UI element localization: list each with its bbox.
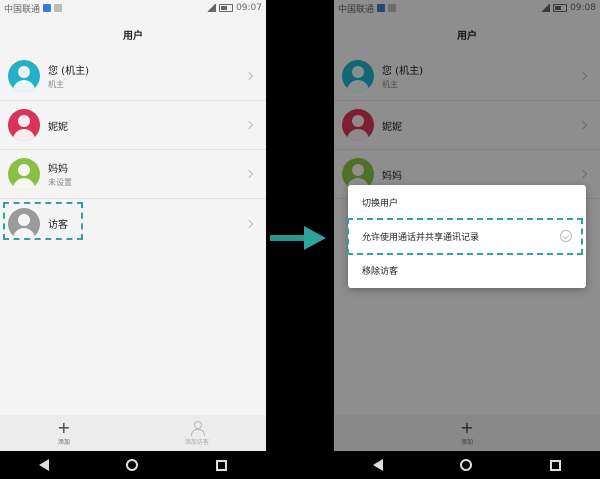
back-icon[interactable] — [38, 459, 49, 471]
avatar-icon — [8, 60, 40, 92]
switch-user-option[interactable]: 切换用户 — [348, 185, 586, 219]
carrier-label: 中国联通 — [4, 4, 41, 15]
switch-user-label: 切换用户 — [362, 198, 399, 209]
back-icon[interactable] — [372, 459, 383, 471]
remove-guest-option[interactable]: 移除访客 — [348, 253, 586, 287]
guest-icon — [190, 420, 205, 436]
home-icon[interactable] — [126, 459, 139, 471]
user-row-nini[interactable]: 妮妮 — [0, 101, 266, 150]
chevron-right-icon — [244, 219, 254, 228]
chevron-right-icon — [244, 169, 254, 179]
notification-icon — [43, 4, 52, 12]
right-screen: 中国联通 09:08 用户 您 (机主) 机主 妮妮 妈妈 + 添加 切换用户 … — [334, 0, 600, 479]
remove-guest-label: 移除访客 — [362, 266, 399, 277]
chevron-right-icon — [244, 71, 254, 81]
user-row-owner[interactable]: 您 (机主) 机主 — [0, 52, 266, 101]
add-guest-button[interactable]: 添加访客 — [184, 420, 209, 446]
plus-icon: + — [57, 417, 71, 437]
avatar-icon — [8, 109, 40, 141]
user-row-mom[interactable]: 妈妈 未设置 — [0, 150, 266, 199]
user-subtitle: 未设置 — [48, 178, 72, 187]
recent-apps-icon[interactable] — [216, 459, 228, 471]
home-icon[interactable] — [460, 459, 473, 471]
avatar-icon — [8, 158, 40, 190]
clock: 09:07 — [236, 3, 262, 13]
bottom-bar: + 添加 添加访客 — [0, 415, 266, 451]
image-notification-icon — [54, 4, 63, 12]
signal-icon — [206, 4, 217, 12]
user-name: 您 (机主) — [48, 66, 89, 77]
add-label: 添加 — [57, 438, 70, 446]
chevron-right-icon — [244, 120, 254, 130]
add-user-button[interactable]: + 添加 — [57, 417, 71, 446]
page-title: 用户 — [123, 30, 143, 42]
recent-apps-icon[interactable] — [550, 459, 562, 471]
guest-highlight-box — [3, 202, 83, 240]
user-name: 妈妈 — [48, 164, 68, 175]
allow-calls-highlight-box — [347, 218, 583, 255]
battery-icon — [219, 4, 234, 12]
user-name: 妮妮 — [48, 121, 68, 133]
nav-bar — [0, 451, 266, 479]
status-bar: 中国联通 09:07 — [0, 0, 266, 16]
left-screen: 中国联通 09:07 用户 您 (机主) 机主 妮妮 妈妈 未设置 访客 + 添… — [0, 0, 266, 479]
user-subtitle: 机主 — [48, 80, 64, 89]
nav-bar — [334, 451, 600, 479]
arrow-right-icon — [270, 226, 326, 250]
add-guest-label: 添加访客 — [184, 438, 209, 446]
